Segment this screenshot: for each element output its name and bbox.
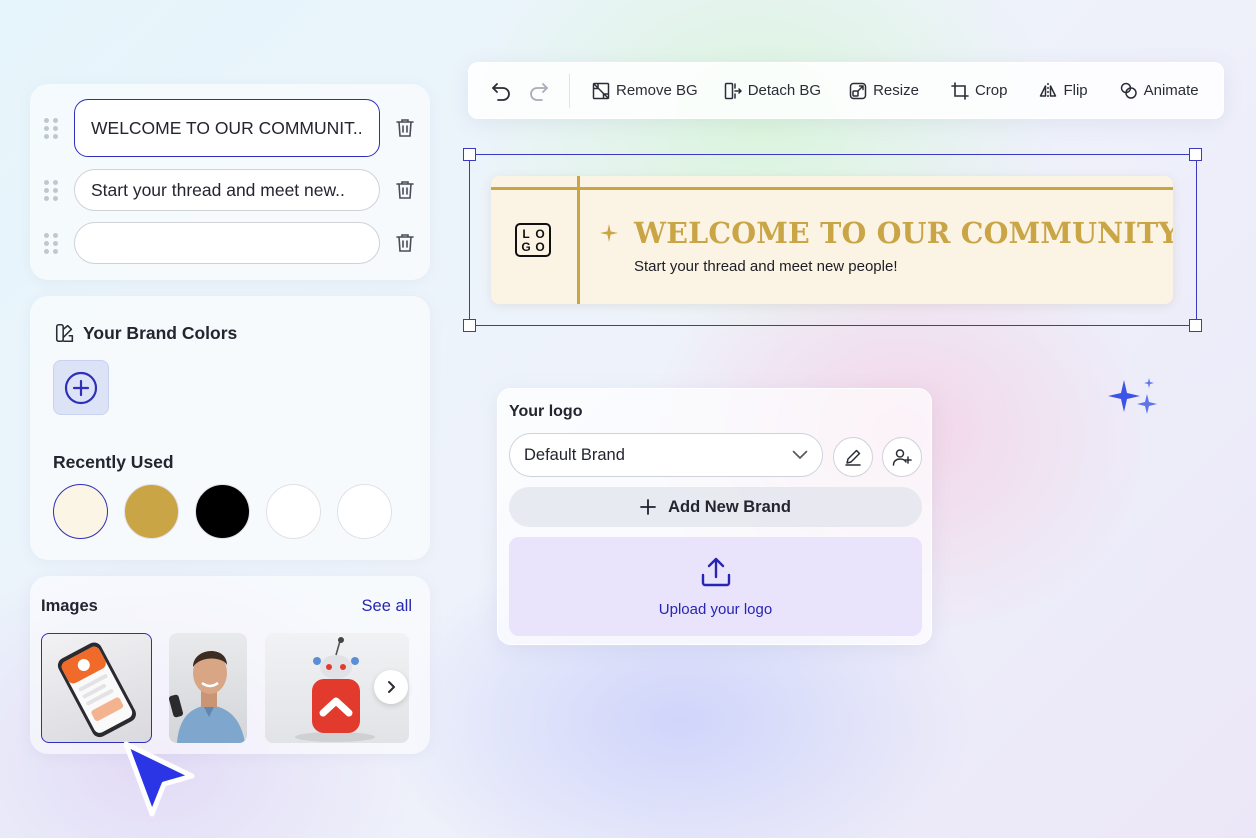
- banner-top-rule: [491, 187, 1173, 190]
- resize-handle-bottom-left[interactable]: [463, 319, 476, 332]
- image-thumbnail-phone[interactable]: [41, 633, 152, 743]
- color-swatch[interactable]: [53, 484, 108, 539]
- resize-handle-bottom-right[interactable]: [1189, 319, 1202, 332]
- pencil-icon: [845, 449, 861, 466]
- animate-label: Animate: [1143, 82, 1199, 99]
- detach-bg-icon: [724, 82, 742, 99]
- sparkle-icon: [600, 224, 618, 242]
- drag-handle-icon[interactable]: [44, 179, 60, 201]
- crop-label: Crop: [974, 82, 1008, 99]
- resize-handle-top-left[interactable]: [463, 148, 476, 161]
- remove-bg-label: Remove BG: [616, 82, 698, 99]
- upload-logo-dropzone[interactable]: Upload your logo: [509, 537, 922, 636]
- resize-handle-top-right[interactable]: [1189, 148, 1202, 161]
- text-field-row: WELCOME TO OUR COMMUNIT..: [44, 99, 424, 157]
- plus-circle-icon: [64, 371, 98, 404]
- sparkles-icon: [1108, 378, 1157, 414]
- add-new-brand-button[interactable]: Add New Brand: [509, 487, 922, 527]
- undo-icon: [492, 82, 510, 101]
- color-swatch[interactable]: [124, 484, 179, 539]
- resize-button[interactable]: Resize: [849, 82, 919, 100]
- logo-letter: O: [535, 239, 545, 254]
- resize-label: Resize: [873, 82, 919, 99]
- color-swatch[interactable]: [266, 484, 321, 539]
- logo-panel: Your logo Default Brand Add New Brand Up…: [497, 388, 932, 645]
- cursor-arrow-icon: [123, 741, 195, 817]
- images-panel: Images See all: [30, 576, 430, 754]
- palette-icon: [54, 322, 76, 344]
- brand-select-value: Default Brand: [524, 445, 625, 464]
- add-user-button[interactable]: [882, 437, 922, 477]
- text-field-2[interactable]: Start your thread and meet new..: [74, 169, 380, 211]
- text-field-3[interactable]: [74, 222, 380, 264]
- detach-bg-button[interactable]: Detach BG: [724, 82, 821, 100]
- upload-icon: [701, 557, 730, 587]
- text-field-1[interactable]: WELCOME TO OUR COMMUNIT..: [74, 99, 380, 157]
- text-field-row: Start your thread and meet new..: [44, 165, 424, 215]
- text-fields-panel: WELCOME TO OUR COMMUNIT.. Start your thr…: [30, 84, 430, 280]
- trash-icon[interactable]: [392, 230, 418, 256]
- logo-letter: L: [522, 226, 530, 241]
- text-field-row: [44, 218, 424, 268]
- recently-used-title: Recently Used: [53, 452, 174, 472]
- welcome-banner[interactable]: LOGO WELCOME TO OUR COMMUNITY Start your…: [491, 176, 1173, 304]
- images-title: Images: [41, 597, 98, 615]
- crop-icon: [951, 81, 969, 100]
- see-all-link[interactable]: See all: [362, 597, 412, 616]
- resize-icon: [849, 82, 867, 99]
- next-images-button[interactable]: [374, 670, 408, 704]
- brand-colors-panel: Your Brand Colors Recently Used: [30, 296, 430, 560]
- upload-logo-label: Upload your logo: [658, 601, 773, 618]
- banner-title: WELCOME TO OUR COMMUNITY: [634, 216, 1173, 250]
- flip-button[interactable]: Flip: [1039, 82, 1088, 100]
- drag-handle-icon[interactable]: [44, 117, 60, 139]
- plus-icon: [640, 499, 656, 515]
- crop-button[interactable]: Crop: [951, 81, 1008, 100]
- drag-handle-icon[interactable]: [44, 232, 60, 254]
- logo-panel-title: Your logo: [509, 403, 583, 420]
- remove-bg-button[interactable]: Remove BG: [592, 82, 698, 100]
- redo-button[interactable]: [527, 79, 551, 103]
- banner-subtitle: Start your thread and meet new people!: [634, 258, 898, 275]
- remove-bg-icon: [592, 82, 610, 99]
- flip-label: Flip: [1063, 82, 1088, 99]
- redo-icon: [530, 82, 548, 101]
- color-swatch[interactable]: [337, 484, 392, 539]
- banner-divider: [577, 176, 580, 304]
- toolbar-divider: [569, 73, 570, 108]
- add-color-button[interactable]: [53, 360, 109, 415]
- trash-icon[interactable]: [392, 177, 418, 203]
- animate-button[interactable]: Animate: [1120, 82, 1199, 100]
- logo-letter: O: [535, 226, 545, 241]
- chevron-down-icon: [792, 450, 808, 459]
- add-new-brand-label: Add New Brand: [668, 497, 791, 516]
- chevron-right-icon: [388, 681, 395, 693]
- trash-icon[interactable]: [392, 115, 418, 141]
- color-swatch[interactable]: [195, 484, 250, 539]
- logo-letter: G: [521, 239, 531, 254]
- detach-bg-label: Detach BG: [747, 82, 822, 99]
- undo-button[interactable]: [489, 79, 513, 103]
- image-toolbar: Remove BG Detach BG Resize Crop Flip Ani…: [468, 62, 1224, 119]
- animate-icon: [1120, 82, 1137, 99]
- add-user-icon: [892, 449, 912, 466]
- image-thumbnail-man[interactable]: [169, 633, 247, 743]
- brand-colors-title: Your Brand Colors: [83, 323, 238, 343]
- logo-placeholder: LOGO: [515, 223, 551, 257]
- edit-brand-button[interactable]: [833, 437, 873, 477]
- brand-select[interactable]: Default Brand: [509, 433, 823, 477]
- flip-icon: [1040, 82, 1057, 99]
